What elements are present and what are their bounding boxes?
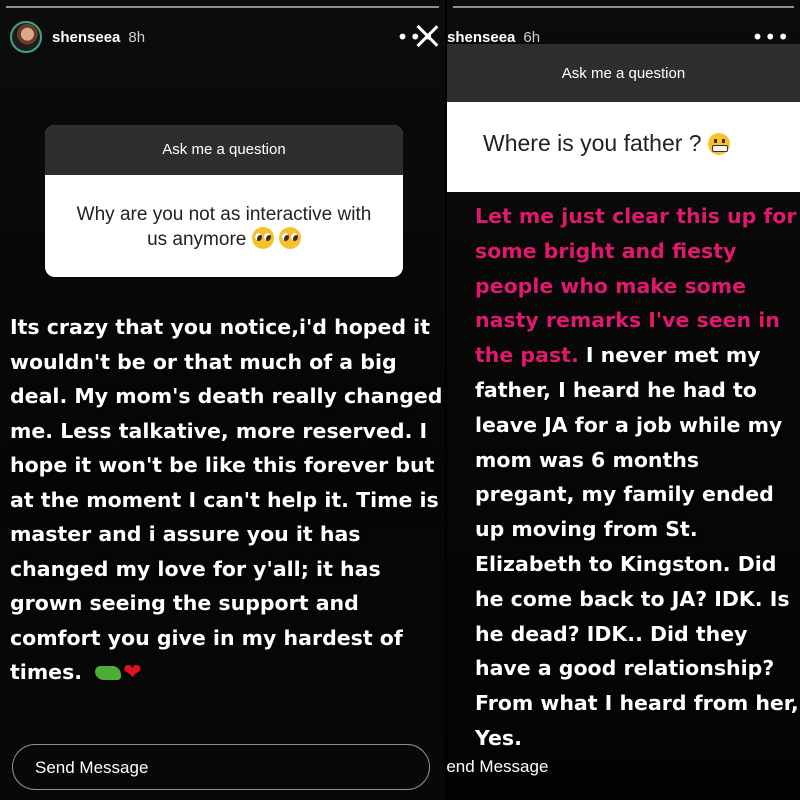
answer-text: Its crazy that you notice,i'd hoped it w…: [10, 315, 443, 684]
username[interactable]: shenseea: [447, 29, 515, 46]
story-answer-text: Let me just clear this up for some brigh…: [475, 199, 800, 756]
pleading-face-icon: [278, 227, 301, 249]
pleading-face-icon: [251, 227, 274, 249]
story-panel-left: shenseea 8h ••• Ask me a question Why ar…: [0, 0, 445, 800]
red-heart-icon: ❤: [123, 660, 142, 685]
question-sticker-header: Ask me a question: [45, 125, 403, 175]
question-sticker-text: Why are you not as interactive with us a…: [45, 175, 403, 252]
send-message-placeholder: Send Message: [35, 758, 149, 777]
question-sticker-text: Where is you father ?: [447, 102, 800, 157]
send-message-placeholder: Send Message: [447, 757, 549, 776]
question-text: Where is you father ?: [483, 130, 702, 156]
question-sticker: Ask me a question Why are you not as int…: [45, 125, 403, 277]
answer-text: I never met my father, I heard he had to…: [475, 343, 799, 750]
story-progress-bar: [453, 6, 794, 8]
question-sticker-header: Ask me a question: [447, 44, 800, 102]
close-icon[interactable]: [415, 24, 439, 48]
story-header: shenseea 8h •••: [10, 18, 435, 56]
post-time: 8h: [128, 28, 146, 46]
grimacing-face-icon: [708, 133, 730, 155]
send-message-input[interactable]: Send Message: [447, 744, 597, 790]
avatar[interactable]: [10, 21, 42, 53]
question-sticker: Ask me a question Where is you father ?: [447, 44, 800, 192]
question-text: Why are you not as interactive with us a…: [76, 204, 372, 250]
send-message-input[interactable]: Send Message: [12, 744, 430, 790]
crocodile-icon: [95, 666, 122, 680]
username[interactable]: shenseea: [52, 29, 120, 46]
post-time: 6h: [523, 28, 541, 46]
story-progress-bar: [6, 6, 439, 8]
story-answer-text: Its crazy that you notice,i'd hoped it w…: [10, 310, 445, 691]
